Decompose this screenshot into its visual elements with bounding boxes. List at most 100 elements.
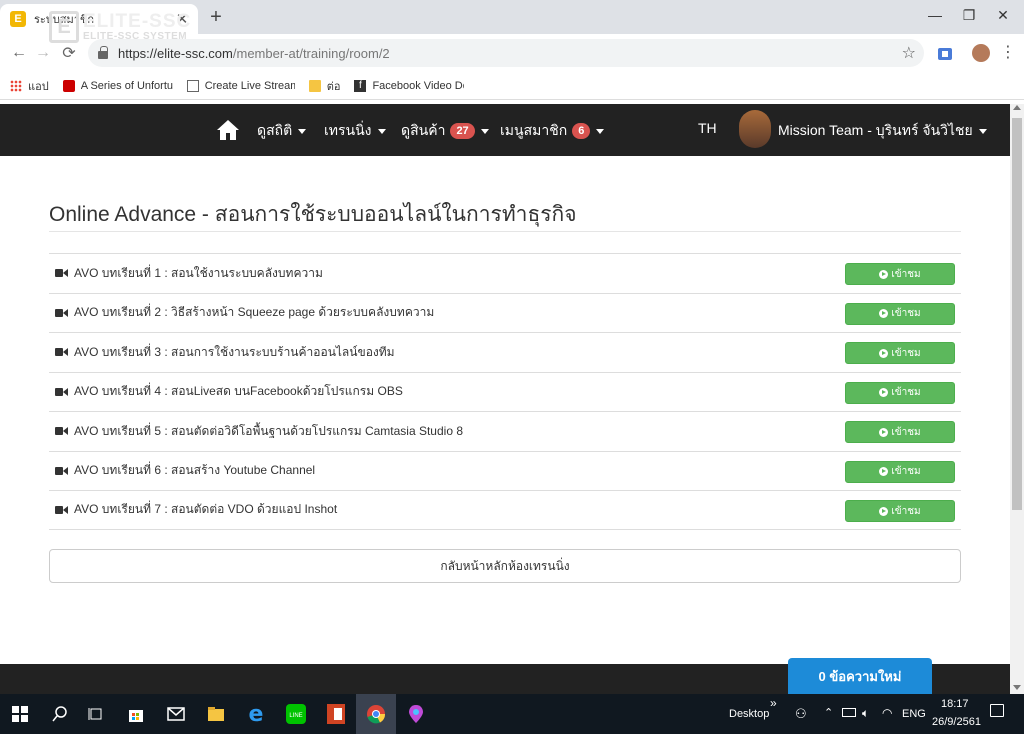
page-title: Online Advance - สอนการใช้ระบบออนไลน์ในก… [49, 203, 577, 226]
lesson-row: AVO บทเรียนที่ 3 : สอนการใช้งานระบบร้านค… [49, 332, 961, 372]
lesson-row: AVO บทเรียนที่ 7 : สอนตัดต่อ VDO ด้วยแอป… [49, 490, 961, 530]
video-camera-icon [55, 268, 68, 278]
lesson-label: AVO บทเรียนที่ 2 : วิธีสร้างหน้า Squeeze… [74, 305, 435, 320]
video-camera-icon [55, 347, 68, 357]
lesson-label: AVO บทเรียนที่ 1 : สอนใช้งานระบบคลังบทคว… [74, 265, 323, 280]
title-divider [49, 231, 961, 232]
caret-down-icon [298, 128, 307, 134]
folder-icon [308, 79, 321, 92]
search-icon[interactable] [40, 694, 80, 734]
lock-icon [98, 46, 108, 59]
edge-browser-icon[interactable]: e [236, 694, 276, 734]
windows-start-icon[interactable] [0, 694, 40, 734]
toolbar-chevron-icon[interactable]: » [770, 696, 777, 710]
battery-icon[interactable] [842, 708, 856, 717]
logo-subtitle: ELITE-SSC SYSTEM [83, 30, 188, 42]
new-messages-button[interactable]: 0 ข้อความใหม่ [788, 658, 932, 694]
store-icon[interactable] [116, 694, 156, 734]
bookmark-apps[interactable]: แอป [10, 77, 49, 95]
play-icon [879, 348, 889, 358]
lesson-label: AVO บทเรียนที่ 4 : สอนLiveสด บนFacebookด… [74, 384, 403, 399]
caret-down-icon [596, 128, 605, 134]
menu-kebab-icon[interactable]: ⋮ [1000, 42, 1016, 62]
file-explorer-icon[interactable] [196, 694, 236, 734]
address-bar[interactable]: https://elite-ssc.com/member-at/training… [88, 39, 924, 67]
nav-products[interactable]: ดูสินค้า 27 [401, 120, 489, 142]
play-icon [879, 506, 889, 516]
home-icon[interactable] [216, 118, 240, 142]
extension-icon[interactable] [936, 45, 954, 63]
svg-text:LINE: LINE [289, 713, 302, 719]
bookmark-live-stream[interactable]: Create Live Stream To [186, 79, 295, 92]
site-logo[interactable]: E ELITE-SSC ELITE-SSC SYSTEM [49, 8, 197, 46]
watch-button[interactable]: เข้าชม [845, 460, 955, 483]
caret-down-icon [377, 128, 386, 134]
play-icon [879, 388, 889, 397]
logo-title: ELITE-SSC [83, 10, 192, 32]
clock-time[interactable]: 18:17 [941, 698, 969, 710]
play-icon [879, 269, 889, 279]
video-camera-icon [55, 308, 68, 318]
lesson-row: AVO บทเรียนที่ 2 : วิธีสร้างหน้า Squeeze… [49, 292, 961, 333]
notifications-icon[interactable] [990, 704, 1004, 717]
bookmark-facebook-video[interactable]: fFacebook Video Dow [354, 79, 464, 92]
lesson-label: AVO บทเรียนที่ 5 : สอนตัดต่อวิดีโอพื้นฐา… [74, 423, 464, 438]
profile-avatar[interactable] [972, 44, 990, 62]
desktop-toolbar-label[interactable]: Desktop [729, 708, 769, 720]
watch-button[interactable]: เข้าชม [845, 263, 955, 285]
nav-user-menu[interactable]: Mission Team - บุรินทร์ จันวิไชย [778, 120, 987, 142]
caret-down-icon [978, 128, 987, 134]
caret-down-icon [480, 128, 489, 134]
user-avatar[interactable] [739, 110, 771, 148]
video-camera-icon [55, 387, 68, 397]
video-camera-icon [55, 466, 68, 476]
lesson-row: AVO บทเรียนที่ 5 : สอนตัดต่อวิดีโอพื้นฐา… [49, 411, 961, 451]
back-arrow-icon[interactable]: ← [8, 42, 30, 64]
nav-stats[interactable]: ดูสถิติ [257, 120, 307, 142]
task-view-icon[interactable] [76, 694, 116, 734]
back-to-training-button[interactable]: กลับหน้าหลักห้องเทรนนิ่ง [49, 549, 961, 583]
wifi-icon[interactable]: ◠ [882, 706, 892, 720]
lesson-list: AVO บทเรียนที่ 1 : สอนใช้งานระบบคลังบทคว… [49, 253, 961, 530]
products-count-badge: 27 [450, 123, 475, 139]
lesson-row: AVO บทเรียนที่ 4 : สอนLiveสด บนFacebookด… [49, 371, 961, 412]
nav-training[interactable]: เทรนนิ่ง [324, 120, 386, 142]
volume-icon[interactable]: 🔈︎ [862, 706, 869, 721]
watch-button[interactable]: เข้าชม [845, 302, 955, 325]
mail-icon[interactable] [156, 694, 196, 734]
lesson-row: AVO บทเรียนที่ 6 : สอนสร้าง Youtube Chan… [49, 450, 961, 491]
lesson-label: AVO บทเรียนที่ 7 : สอนตัดต่อ VDO ด้วยแอป… [74, 502, 338, 517]
page-icon [186, 79, 199, 92]
lesson-row: AVO บทเรียนที่ 1 : สอนใช้งานระบบคลังบทคว… [49, 253, 961, 293]
nav-language[interactable]: TH [698, 120, 717, 136]
bookmark-folder[interactable]: ต่อ [308, 77, 340, 95]
clock-date[interactable]: 26/9/2561 [932, 716, 981, 728]
video-camera-icon [55, 505, 68, 515]
scroll-up-arrow-icon[interactable] [1013, 105, 1021, 110]
watch-button[interactable]: เข้าชม [845, 342, 955, 364]
scrollbar-thumb[interactable] [1012, 118, 1022, 510]
new-tab-icon[interactable]: + [206, 6, 226, 29]
watch-button[interactable]: เข้าชม [845, 381, 955, 404]
lesson-label: AVO บทเรียนที่ 6 : สอนสร้าง Youtube Chan… [74, 463, 316, 478]
bookmark-star-icon[interactable]: ☆ [902, 43, 916, 63]
people-icon[interactable]: ⚇ [795, 706, 807, 722]
watch-button[interactable]: เข้าชม [845, 421, 955, 443]
logo-mark-icon: E [49, 11, 79, 43]
scroll-down-arrow-icon[interactable] [1013, 685, 1021, 690]
powerpoint-icon[interactable] [316, 694, 356, 734]
lesson-label: AVO บทเรียนที่ 3 : สอนการใช้งานระบบร้านค… [74, 344, 395, 359]
play-icon [879, 427, 889, 437]
line-app-icon[interactable]: LINE [276, 694, 316, 734]
watch-button[interactable]: เข้าชม [845, 500, 955, 522]
nav-member-menu[interactable]: เมนูสมาชิก 6 [500, 120, 605, 142]
input-language[interactable]: ENG [902, 708, 926, 720]
chrome-icon[interactable] [356, 694, 396, 734]
bookmark-series[interactable]: A Series of Unfortuna [62, 79, 173, 92]
bookmark-favicon-icon [62, 79, 75, 92]
facebook-icon: f [354, 79, 367, 92]
close-window-icon[interactable]: ✕ [980, 0, 1024, 30]
tray-expand-icon[interactable]: ⌃ [824, 706, 833, 719]
apps-grid-icon [10, 79, 22, 92]
paint-3d-icon[interactable] [396, 694, 436, 734]
